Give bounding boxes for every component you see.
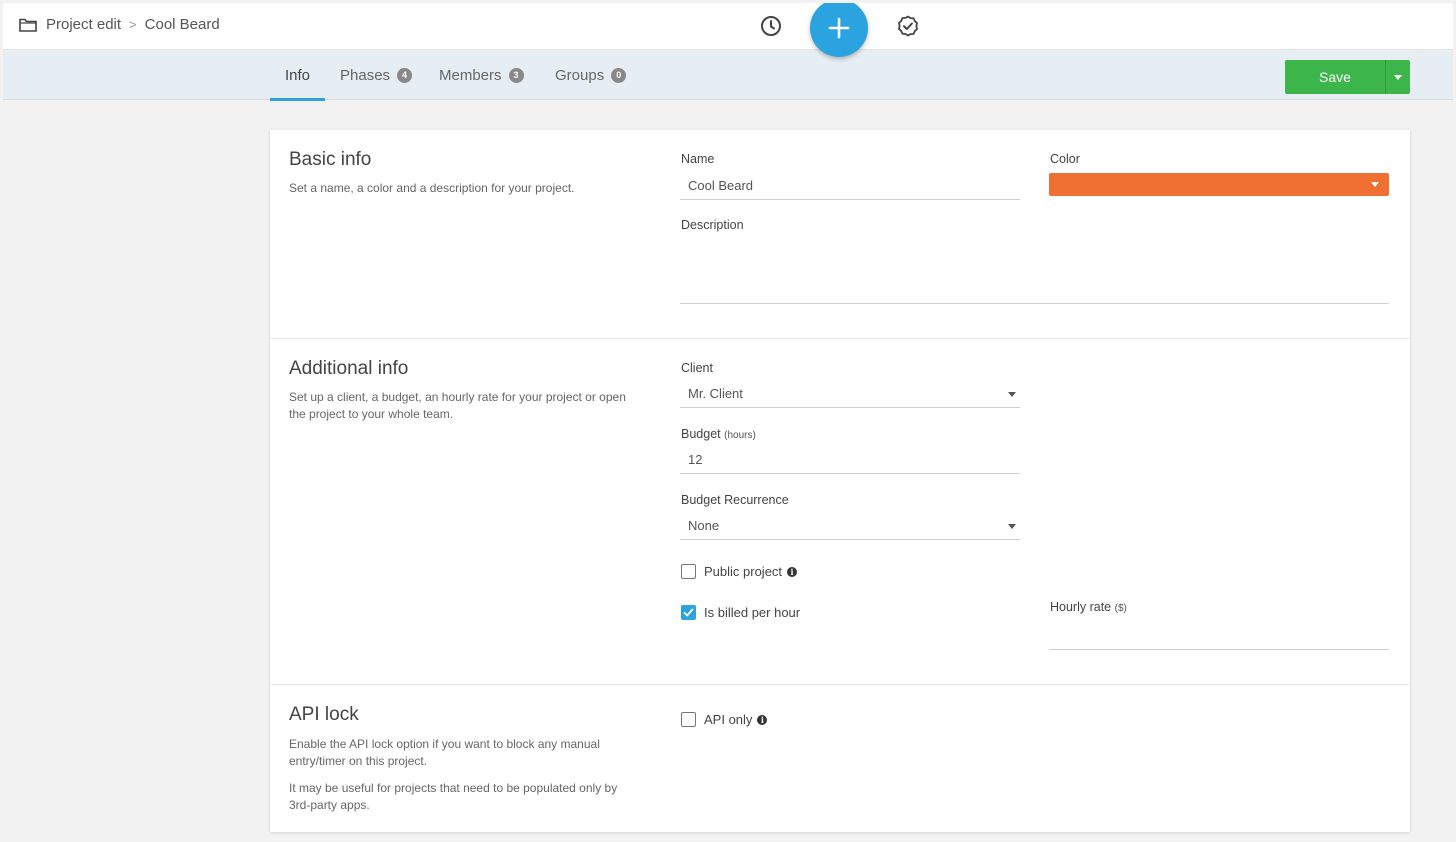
section-title: Basic info <box>289 149 372 170</box>
description-label: Description <box>681 218 744 232</box>
checkbox-box-checked[interactable] <box>681 605 696 620</box>
count-badge: 3 <box>508 67 524 83</box>
additional-info-section: Additional info Set up a client, a budge… <box>270 339 1410 685</box>
breadcrumb-root[interactable]: Project edit <box>46 16 121 33</box>
budget-unit: (hours) <box>724 430 756 441</box>
client-label: Client <box>681 361 713 375</box>
tab-label: Members <box>439 66 502 84</box>
basic-info-section: Basic info Set a name, a color and a des… <box>270 130 1410 339</box>
budget-field[interactable]: 12 <box>680 446 1020 474</box>
tab-groups[interactable]: Groups 0 <box>555 50 627 100</box>
section-description: Set a name, a color and a description fo… <box>289 181 575 195</box>
api-only-label: API only <box>704 712 753 727</box>
tab-members[interactable]: Members 3 <box>439 50 524 100</box>
section-description: Enable the API lock option if you want t… <box>289 737 600 768</box>
budget-recurrence-select[interactable]: None <box>680 512 1020 540</box>
client-value: Mr. Client <box>688 386 743 401</box>
app-window: Project edit > Cool Beard Info Phases 4 … <box>3 3 1453 839</box>
save-button[interactable]: Save <box>1285 60 1385 94</box>
breadcrumb-separator-icon: > <box>129 17 137 32</box>
chevron-down-icon <box>1371 182 1379 187</box>
public-project-checkbox[interactable]: Public project i <box>681 564 798 579</box>
clock-icon[interactable] <box>759 14 783 38</box>
api-lock-section: API lock Enable the API lock option if y… <box>270 685 1410 832</box>
checkmark-icon <box>683 608 694 617</box>
section-title: API lock <box>289 704 359 725</box>
tab-info[interactable]: Info <box>270 50 325 101</box>
chevron-down-icon <box>1008 392 1016 397</box>
breadcrumb: Project edit > Cool Beard <box>19 16 220 33</box>
chevron-down-icon <box>1008 524 1016 529</box>
info-icon[interactable]: i <box>787 566 798 577</box>
tab-bar: Info Phases 4 Members 3 Groups 0 Save <box>3 50 1453 101</box>
checkbox-box[interactable] <box>681 564 696 579</box>
plus-icon <box>828 17 850 39</box>
chevron-down-icon <box>1394 74 1402 80</box>
project-form-card: Basic info Set a name, a color and a des… <box>270 130 1410 832</box>
tab-phases[interactable]: Phases 4 <box>340 50 413 100</box>
folder-icon <box>19 18 37 32</box>
hourly-rate-unit: ($) <box>1114 603 1127 614</box>
save-options-button[interactable] <box>1385 60 1410 94</box>
count-badge: 0 <box>611 67 627 83</box>
section-description: Set up a client, a budget, an hourly rat… <box>289 390 626 421</box>
hourly-rate-field[interactable] <box>1049 622 1389 650</box>
budget-recurrence-value: None <box>688 518 720 533</box>
checkbox-box[interactable] <box>681 712 696 727</box>
section-title: Additional info <box>289 358 409 379</box>
billed-per-hour-label: Is billed per hour <box>704 605 801 620</box>
color-select[interactable] <box>1049 173 1389 196</box>
count-badge: 4 <box>397 67 413 83</box>
name-field[interactable]: Cool Beard <box>680 172 1020 200</box>
hourly-rate-label-text: Hourly rate <box>1050 600 1112 614</box>
top-bar: Project edit > Cool Beard <box>3 3 1453 50</box>
info-icon[interactable]: i <box>757 714 768 725</box>
budget-label: Budget (hours) <box>681 427 756 441</box>
tab-label: Groups <box>555 66 605 84</box>
billed-per-hour-checkbox[interactable]: Is billed per hour <box>681 605 800 620</box>
breadcrumb-current: Cool Beard <box>144 16 220 33</box>
check-circle-icon[interactable] <box>896 14 920 38</box>
color-label: Color <box>1050 152 1080 166</box>
api-only-checkbox[interactable]: API only i <box>681 712 768 727</box>
tab-label: Phases <box>340 66 391 84</box>
name-label: Name <box>681 152 715 166</box>
hourly-rate-label: Hourly rate ($) <box>1050 600 1127 614</box>
description-field[interactable] <box>680 240 1389 304</box>
section-description-secondary: It may be useful for projects that need … <box>289 781 618 812</box>
tab-label: Info <box>284 66 311 84</box>
public-project-label: Public project <box>704 564 783 579</box>
budget-label-text: Budget <box>681 427 721 441</box>
budget-recurrence-label: Budget Recurrence <box>681 493 789 507</box>
client-select[interactable]: Mr. Client <box>680 380 1020 408</box>
